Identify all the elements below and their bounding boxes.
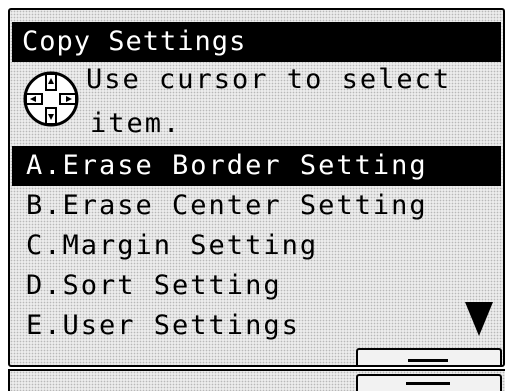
lcd-screen: Copy Settings Use cursor to select item.… <box>8 8 505 367</box>
menu-item-erase-center[interactable]: B.Erase Center Setting <box>12 186 501 226</box>
screen-title: Copy Settings <box>12 22 501 62</box>
scroll-down-arrow-icon[interactable] <box>465 302 493 336</box>
settings-menu: A.Erase Border Setting B.Erase Center Se… <box>12 146 501 346</box>
menu-item-user-settings[interactable]: E.User Settings <box>12 306 501 346</box>
hint-text-line1: Use cursor to select <box>86 64 452 95</box>
menu-item-sort[interactable]: D.Sort Setting <box>12 266 501 306</box>
softkey-dash-icon <box>406 382 450 385</box>
hint-text-line2: item. <box>90 108 182 139</box>
menu-item-margin[interactable]: C.Margin Setting <box>12 226 501 266</box>
softkey-upper[interactable] <box>356 348 502 365</box>
softkey-dash-icon <box>408 359 448 362</box>
menu-item-erase-border[interactable]: A.Erase Border Setting <box>12 146 501 186</box>
softkey-lower[interactable] <box>356 374 502 391</box>
cursor-key-icon <box>23 71 79 127</box>
